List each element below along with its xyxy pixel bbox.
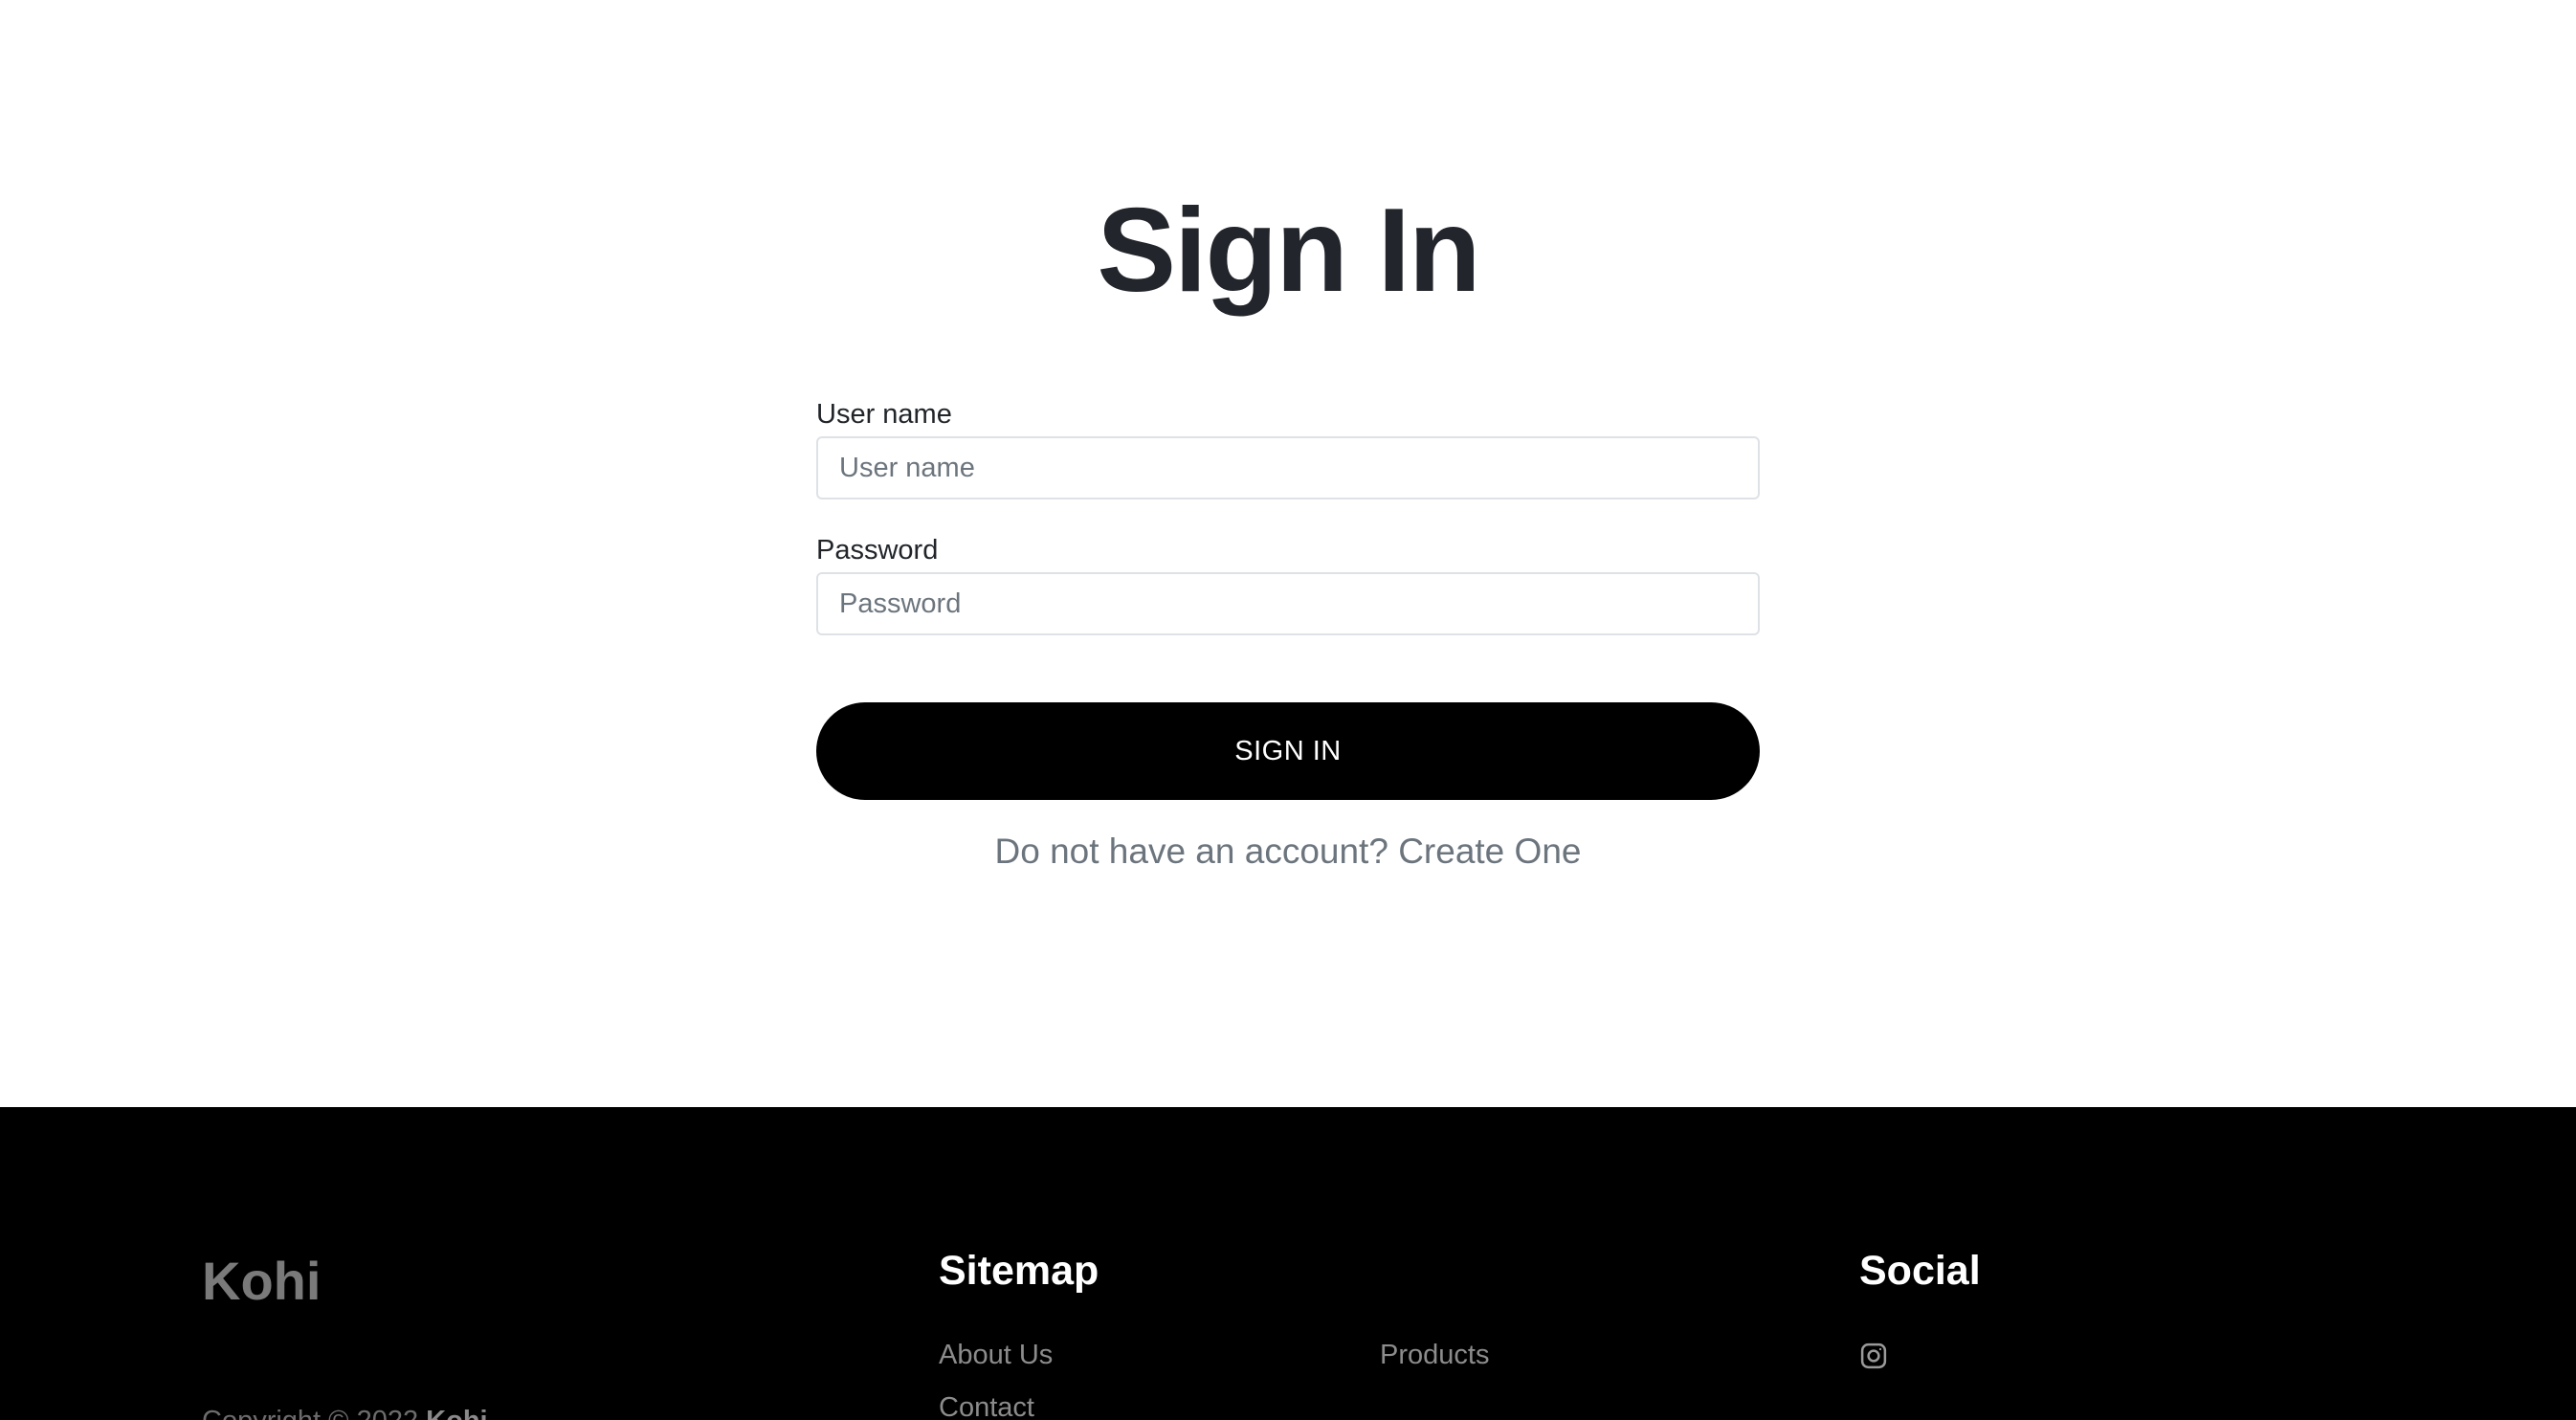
sitemap-heading: Sitemap [939, 1248, 1099, 1294]
account-prompt-text: Do not have an account? [994, 832, 1388, 871]
copyright-prefix: Copyright © 2022 [202, 1406, 418, 1420]
page: Sign In User name Password SIGN IN Do no… [0, 0, 2576, 1420]
password-label: Password [816, 535, 939, 566]
create-account-prompt: Do not have an account? Create One [816, 829, 1760, 875]
username-label: User name [816, 399, 952, 430]
footer-link-contact[interactable]: Contact [939, 1388, 1034, 1420]
footer-brand-logo[interactable]: Kohi [202, 1251, 321, 1312]
footer: Kohi Copyright © 2022 Kohi Sitemap About… [0, 1107, 2576, 1420]
page-title: Sign In [1097, 185, 1480, 317]
copyright-brand: Kohi [426, 1406, 487, 1420]
footer-link-about-us[interactable]: About Us [939, 1336, 1053, 1374]
footer-link-products[interactable]: Products [1380, 1336, 1489, 1374]
signin-form: User name Password SIGN IN Do not have a… [816, 392, 1760, 875]
create-account-link[interactable]: Create One [1398, 832, 1581, 871]
signin-button[interactable]: SIGN IN [816, 702, 1760, 800]
instagram-icon[interactable] [1859, 1342, 1888, 1370]
signin-section: Sign In User name Password SIGN IN Do no… [0, 0, 2576, 1107]
social-heading: Social [1859, 1248, 1981, 1294]
username-input[interactable] [816, 436, 1760, 499]
password-input[interactable] [816, 572, 1760, 635]
copyright-text: Copyright © 2022 Kohi [202, 1402, 488, 1420]
